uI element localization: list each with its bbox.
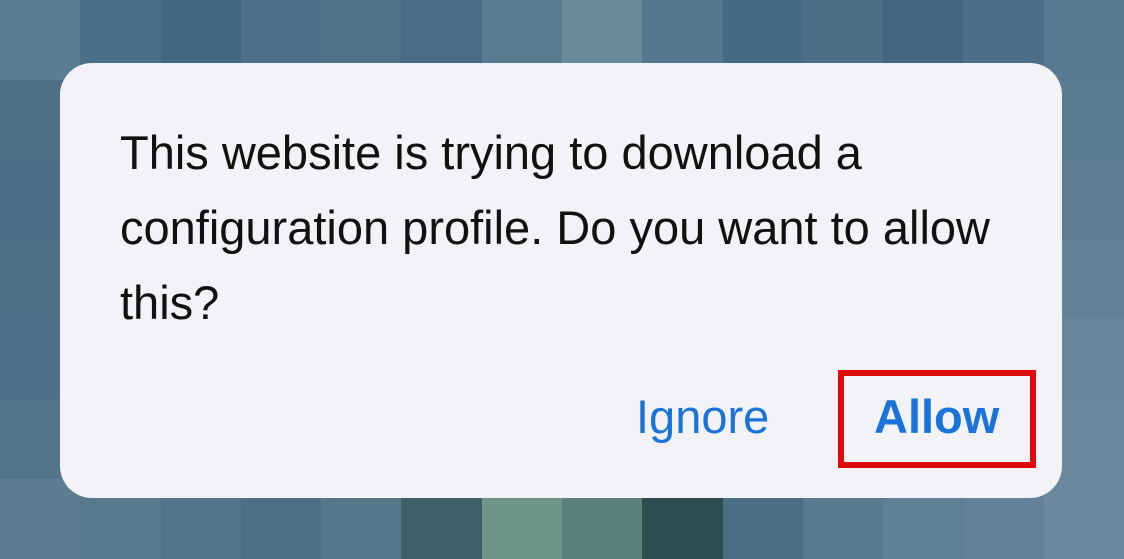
alert-message: This website is trying to download a con… xyxy=(120,126,990,329)
ignore-button[interactable]: Ignore xyxy=(636,393,769,440)
configuration-profile-alert: This website is trying to download a con… xyxy=(60,63,1062,498)
allow-button[interactable]: Allow xyxy=(874,393,999,440)
